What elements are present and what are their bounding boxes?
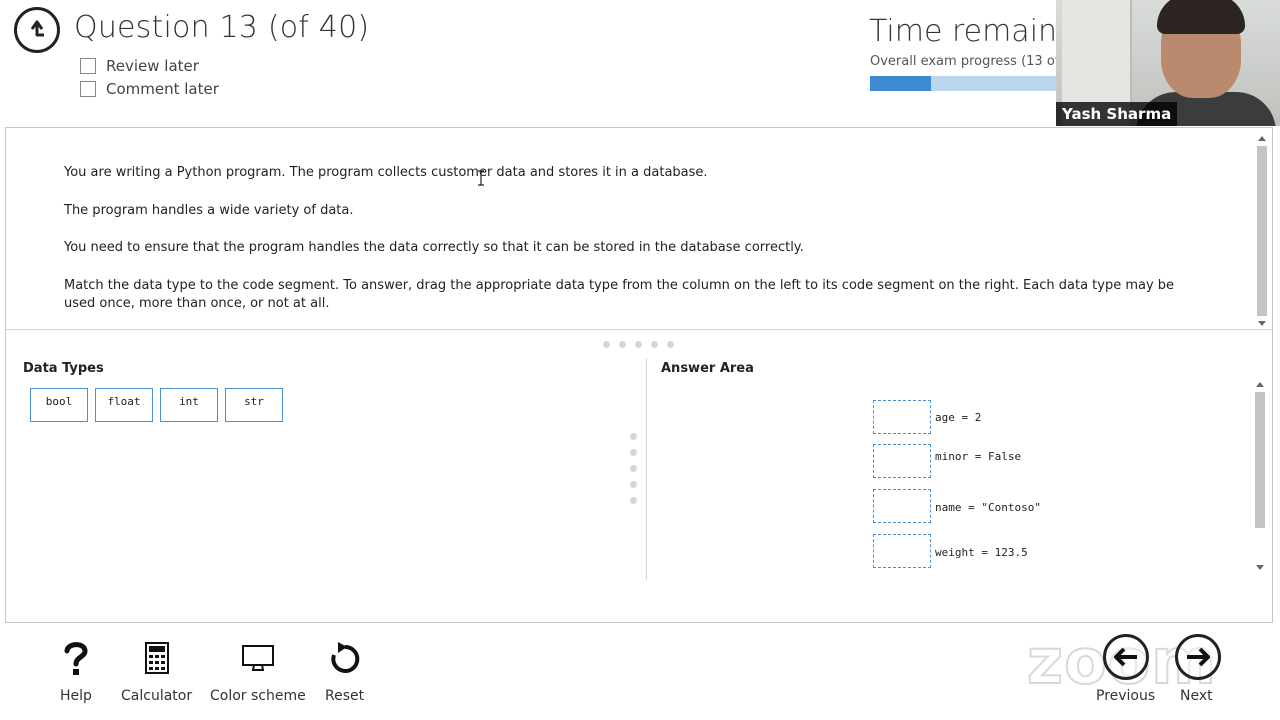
code-segment: age = 2	[935, 411, 982, 424]
code-segment: minor = False	[935, 450, 1022, 463]
previous-button[interactable]	[1103, 634, 1149, 680]
review-later-checkbox[interactable]: Review later	[80, 57, 199, 75]
calculator-button[interactable]: Calculator	[121, 640, 192, 704]
grip-dot	[635, 341, 642, 348]
grip-dot	[630, 433, 637, 440]
calculator-label: Calculator	[121, 688, 193, 704]
question-paragraph: You need to ensure that the program hand…	[64, 240, 804, 255]
comment-later-checkbox[interactable]: Comment later	[80, 80, 219, 98]
data-type-float[interactable]: float	[95, 388, 153, 422]
grip-dot	[603, 341, 610, 348]
comment-later-label: Comment later	[106, 80, 219, 98]
previous-label[interactable]: Previous	[1096, 688, 1155, 704]
question-text: You are writing a Python program. The pr…	[64, 164, 1194, 332]
time-remaining-title: Time remainin	[869, 14, 1057, 49]
color-scheme-button[interactable]: Color scheme	[210, 640, 306, 704]
pane-splitter	[646, 358, 647, 580]
reset-button[interactable]: Reset	[325, 640, 364, 704]
question-title: Question 13 (of 40)	[74, 10, 370, 45]
scrollbar-thumb[interactable]	[1255, 392, 1265, 528]
progress-fill	[870, 76, 931, 91]
next-label[interactable]: Next	[1180, 688, 1213, 704]
question-scrollbar[interactable]	[1256, 134, 1268, 326]
question-panel: You are writing a Python program. The pr…	[5, 127, 1273, 623]
next-button[interactable]	[1175, 634, 1221, 680]
help-button[interactable]: Help	[60, 640, 92, 704]
pane-divider	[6, 329, 1272, 330]
grip-dot	[667, 341, 674, 348]
answer-drop-slot[interactable]	[873, 489, 931, 523]
grip-dot	[630, 481, 637, 488]
reset-icon	[329, 640, 361, 676]
checkbox-box[interactable]	[80, 58, 96, 74]
grip-dot	[619, 341, 626, 348]
calculator-icon	[144, 640, 169, 676]
help-label: Help	[60, 688, 92, 704]
question-paragraph: The program handles a wide variety of da…	[64, 202, 354, 218]
text-cursor-icon	[478, 170, 484, 186]
grip-dot	[651, 341, 658, 348]
code-segment: name = "Contoso"	[935, 501, 1041, 514]
grip-dot	[630, 497, 637, 504]
arrow-right-icon	[1187, 647, 1210, 667]
answer-drop-slot[interactable]	[873, 444, 931, 478]
participant-hair	[1157, 0, 1245, 34]
question-mark-icon	[61, 640, 91, 676]
data-type-int[interactable]: int	[160, 388, 218, 422]
color-scheme-label: Color scheme	[210, 688, 306, 704]
progress-bar	[870, 76, 1057, 91]
arrow-up-icon	[30, 20, 44, 37]
data-type-bool[interactable]: bool	[30, 388, 88, 422]
vertical-resize-handle[interactable]	[630, 433, 637, 504]
back-to-overview-button[interactable]	[14, 7, 60, 53]
scroll-down-icon[interactable]	[1258, 321, 1266, 326]
participant-video: Yash Sharma	[1056, 0, 1280, 126]
code-segment: weight = 123.5	[935, 546, 1028, 559]
horizontal-resize-handle[interactable]	[603, 341, 674, 348]
answer-drop-slot[interactable]	[873, 400, 931, 434]
scrollbar-thumb[interactable]	[1257, 146, 1267, 316]
progress-label: Overall exam progress (13 of 40)	[870, 54, 1057, 69]
monitor-icon	[241, 640, 274, 676]
checkbox-box[interactable]	[80, 81, 96, 97]
data-type-str[interactable]: str	[225, 388, 283, 422]
review-later-label: Review later	[106, 57, 199, 75]
question-paragraph: You are writing a Python program. The pr…	[64, 165, 708, 180]
scroll-up-icon[interactable]	[1256, 382, 1264, 387]
grip-dot	[630, 449, 637, 456]
participant-name: Yash Sharma	[1056, 102, 1178, 126]
answer-drop-slot[interactable]	[873, 534, 931, 568]
scroll-down-icon[interactable]	[1256, 565, 1264, 570]
arrow-left-icon	[1114, 647, 1137, 667]
question-paragraph: Match the data type to the code segment.…	[64, 277, 1175, 311]
reset-label: Reset	[325, 688, 365, 704]
answer-area-scrollbar[interactable]	[1254, 380, 1266, 570]
data-types-title: Data Types	[23, 361, 104, 376]
grip-dot	[630, 465, 637, 472]
answer-area-title: Answer Area	[661, 361, 754, 376]
scroll-up-icon[interactable]	[1258, 136, 1266, 141]
